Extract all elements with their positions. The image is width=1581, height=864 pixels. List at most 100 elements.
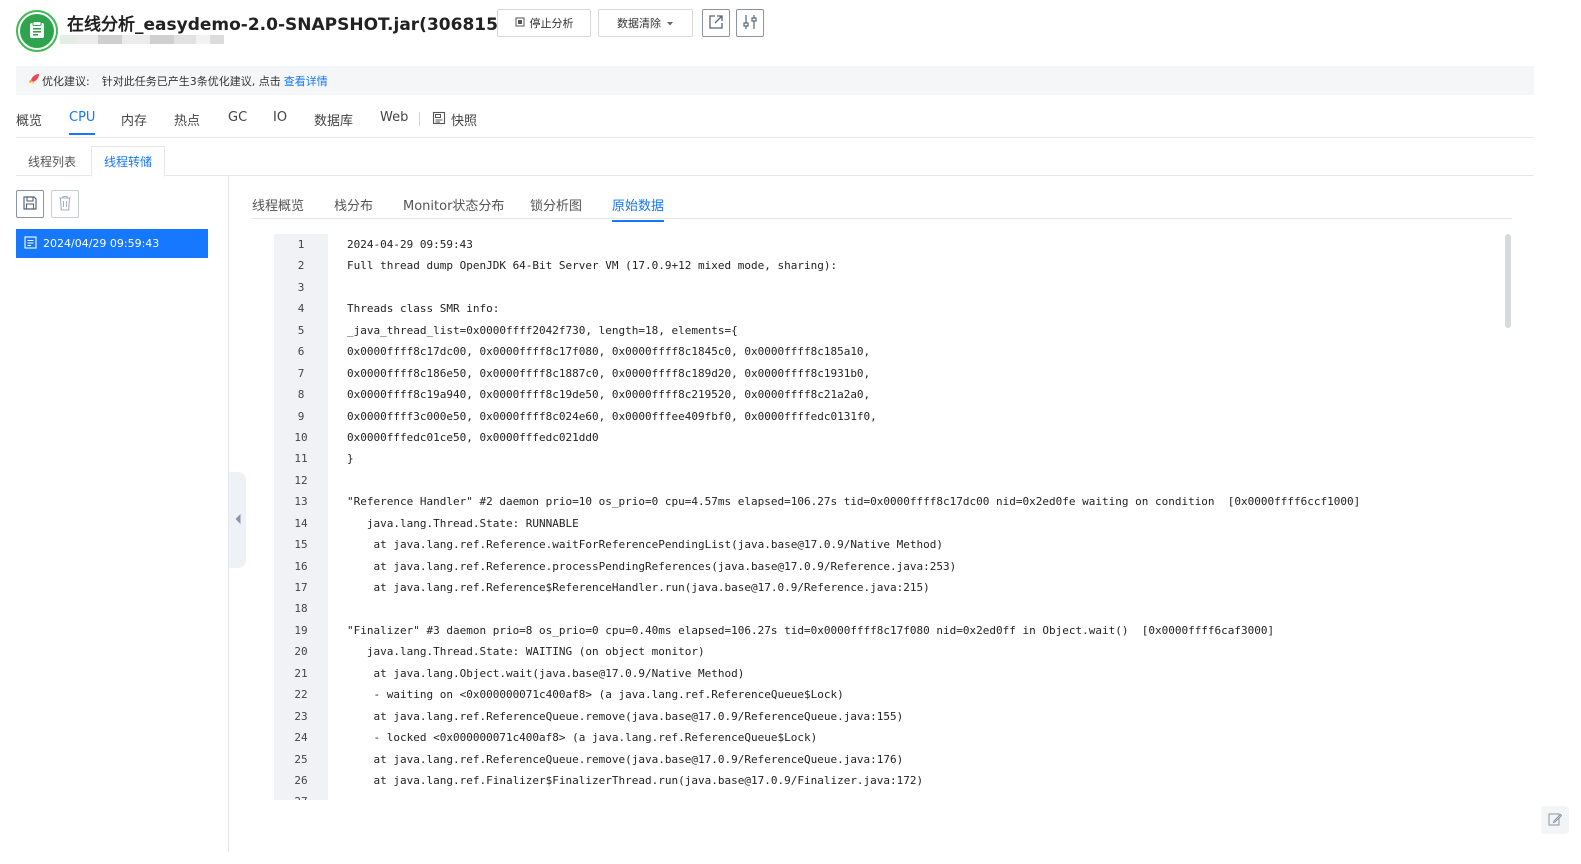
tab-snapshot[interactable]: 快照: [432, 110, 477, 137]
code-line: 7 0x0000ffff8c186e50, 0x0000ffff8c1887c0,…: [274, 363, 1504, 384]
tab-overview[interactable]: 概览: [16, 110, 42, 137]
code-line: 5 _java_thread_list=0x0000ffff2042f730, l…: [274, 320, 1504, 341]
app-logo: [16, 10, 58, 52]
line-number: 1: [297, 238, 305, 251]
code-line: 17 at java.lang.ref.Reference$ReferenceH…: [274, 577, 1504, 598]
snapshot-list-panel: 2024/04/29 09:59:43: [0, 176, 229, 852]
tab-thread-overview[interactable]: 线程概览: [252, 195, 304, 220]
caret-down-icon: [666, 17, 674, 30]
tab-database[interactable]: 数据库: [314, 110, 353, 137]
stop-icon: [515, 17, 525, 30]
tab-thread-list[interactable]: 线程列表: [16, 146, 88, 176]
tab-raw-data[interactable]: 原始数据: [612, 195, 665, 222]
line-number: 13: [294, 495, 308, 509]
line-text: java.lang.Thread.State: WAITING (on obje…: [347, 645, 705, 659]
clipboard-icon: [29, 20, 45, 42]
tab-monitor-state[interactable]: Monitor状态分布: [403, 195, 504, 220]
code-line: 16 at java.lang.ref.Reference.processPen…: [274, 556, 1504, 577]
code-line: 22 - waiting on <0x000000071c400af8> (a …: [274, 684, 1504, 705]
document-icon: [24, 235, 37, 252]
code-line: 4 Threads class SMR info:: [274, 298, 1504, 319]
tab-thread-dump[interactable]: 线程转储: [91, 146, 166, 177]
code-line: 2 Full thread dump OpenJDK 64-Bit Server …: [274, 255, 1504, 276]
line-number: 4: [297, 302, 305, 316]
code-line: 14 java.lang.Thread.State: RUNNABLE: [274, 513, 1504, 534]
line-text: 0x0000ffff3c000e50, 0x0000ffff8c024e60, …: [347, 409, 877, 423]
snapshot-item[interactable]: 2024/04/29 09:59:43: [16, 229, 208, 258]
line-number: 14: [294, 516, 308, 530]
code-line: 20 java.lang.Thread.State: WAITING (on o…: [274, 641, 1504, 662]
tab-gc[interactable]: GC: [228, 110, 247, 133]
scrollbar-thumb[interactable]: [1505, 234, 1511, 328]
line-number: 2: [297, 259, 305, 273]
sub-tabs: 线程列表 线程转储: [16, 146, 1534, 177]
line-text: java.lang.Thread.State: RUNNABLE: [347, 516, 579, 530]
tab-lock-graph[interactable]: 锁分析图: [530, 195, 582, 220]
line-text: at java.lang.ref.Reference$ReferenceHand…: [347, 581, 930, 594]
stop-analysis-button[interactable]: 停止分析: [497, 9, 591, 37]
tab-hotspot[interactable]: 热点: [174, 110, 200, 137]
line-text: at java.lang.Object.wait(java.base@17.0.…: [347, 666, 745, 680]
view-details-link[interactable]: 查看详情: [284, 73, 328, 89]
save-button[interactable]: [16, 190, 44, 218]
export-button[interactable]: [702, 9, 730, 37]
clear-data-dropdown[interactable]: 数据清除: [598, 9, 693, 37]
line-number: 6: [297, 345, 305, 359]
code-line: 27: [274, 791, 1504, 800]
line-text: at java.lang.ref.ReferenceQueue.remove(j…: [347, 752, 904, 766]
settings-button[interactable]: [736, 9, 764, 37]
trash-icon: [58, 195, 72, 214]
thread-dump-tabs: 线程概览 栈分布 Monitor状态分布 锁分析图 原始数据: [252, 192, 1512, 222]
chevron-left-icon: [234, 513, 242, 528]
line-number: 11: [294, 452, 308, 466]
tab-web[interactable]: Web: [380, 110, 408, 133]
line-number: 25: [294, 752, 308, 766]
collapse-panel-handle[interactable]: [229, 472, 246, 568]
line-number: 19: [294, 623, 308, 637]
line-number: 5: [297, 323, 305, 337]
code-line: 19 "Finalizer" #3 daemon prio=8 os_prio=0…: [274, 620, 1504, 641]
delete-button[interactable]: [51, 190, 79, 218]
line-number: 21: [294, 666, 308, 680]
app-header: 在线分析_easydemo-2.0-SNAPSHOT.jar(3068150) …: [16, 8, 1216, 58]
code-line: 13 "Reference Handler" #2 daemon prio=10 …: [274, 491, 1504, 512]
line-text: - locked <0x000000071c400af8> (a java.la…: [347, 731, 818, 745]
line-number: 3: [297, 280, 305, 294]
suggestion-text: 针对此任务已产生3条优化建议, 点击: [101, 74, 281, 88]
raw-dump-viewer[interactable]: 1 2024-04-29 09:59:43 2 Full thread dump Op…: [274, 234, 1512, 800]
tab-cpu[interactable]: CPU: [69, 110, 96, 135]
code-line: 18: [274, 598, 1504, 619]
tab-io[interactable]: IO: [273, 110, 287, 133]
code-line: 9 0x0000ffff3c000e50, 0x0000ffff8c024e60,…: [274, 406, 1504, 427]
feedback-button[interactable]: [1541, 806, 1569, 834]
code-line: 1 2024-04-29 09:59:43: [274, 234, 1504, 255]
code-line: 21 at java.lang.Object.wait(java.base@17…: [274, 663, 1504, 684]
line-text: 0x0000ffff8c19a940, 0x0000ffff8c19de50, …: [347, 388, 871, 402]
code-line: 12: [274, 470, 1504, 491]
code-line: 15 at java.lang.ref.Reference.waitForRef…: [274, 534, 1504, 555]
line-number: 15: [294, 538, 308, 552]
tab-memory[interactable]: 内存: [121, 110, 147, 137]
line-number: 12: [294, 473, 308, 487]
code-line: 24 - locked <0x000000071c400af8> (a java…: [274, 727, 1504, 748]
snapshot-timestamp: 2024/04/29 09:59:43: [43, 237, 160, 250]
code-line: 10 0x0000fffedc01ce50, 0x0000fffedc021dd0: [274, 427, 1504, 448]
line-number: 27: [274, 791, 328, 800]
line-text: at java.lang.ref.ReferenceQueue.remove(j…: [347, 709, 904, 723]
line-number: 10: [294, 430, 308, 444]
code-lines: 1 2024-04-29 09:59:43 2 Full thread dump Op…: [274, 234, 1504, 800]
line-text: _java_thread_list=0x0000ffff2042f730, le…: [347, 323, 738, 337]
line-text: 2024-04-29 09:59:43: [347, 238, 473, 251]
line-number: 26: [294, 773, 308, 787]
tab-divider: [419, 112, 420, 126]
page-title: 在线分析_easydemo-2.0-SNAPSHOT.jar(3068150): [67, 15, 518, 35]
code-line: 11}: [274, 448, 1504, 469]
tab-stack-distribution[interactable]: 栈分布: [334, 195, 373, 220]
line-number: 20: [294, 645, 308, 659]
save-icon: [22, 195, 38, 214]
code-line: 6 0x0000ffff8c17dc00, 0x0000ffff8c17f080,…: [274, 341, 1504, 362]
line-text: }: [347, 452, 354, 466]
main-tabs: 概览 CPU 内存 热点 GC IO 数据库 Web 快照: [16, 102, 1534, 138]
rocket-icon: [28, 73, 40, 88]
line-number: 16: [294, 559, 308, 573]
